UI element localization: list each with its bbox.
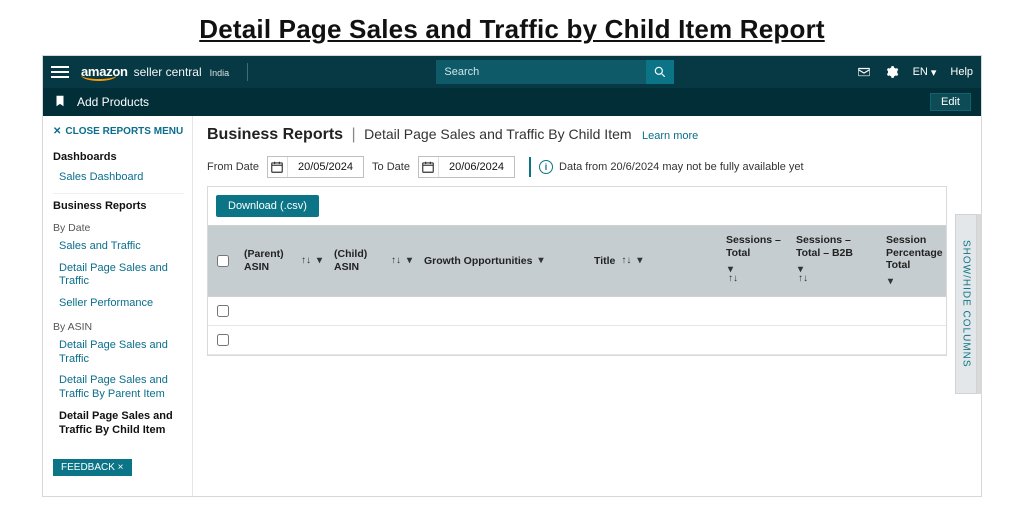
to-date-input[interactable]: 20/06/2024 [418,156,515,178]
cell-parent-asin [238,332,328,348]
app-window: amazon seller central India EN▾ Help [42,55,982,497]
date-filters: From Date 20/05/2024 To Date 20/06/2024 [207,152,981,186]
cell-growth [418,332,588,348]
topbar-actions: EN▾ Help [857,65,973,79]
subbar: Add Products Edit [43,88,981,116]
sort-icon: ↑↓ [301,258,311,264]
brand-region: India [210,68,230,78]
learn-more-link[interactable]: Learn more [642,130,698,142]
sidebar-head-dashboards: Dashboards [53,145,184,167]
sidebar-item-sales-and-traffic[interactable]: Sales and Traffic [53,236,184,258]
heading-page: Detail Page Sales and Traffic By Child I… [364,126,631,142]
edit-button[interactable]: Edit [930,93,971,111]
row-checkbox[interactable] [217,334,229,346]
search [436,60,674,84]
chevron-down-icon: ▾ [317,255,322,267]
sidebar-item-detail-sales-traffic-asin[interactable]: Detail Page Sales and Traffic [53,335,184,371]
from-date-label: From Date [207,161,259,173]
messages-icon[interactable] [857,65,871,79]
sort-icon: ↑↓ [621,258,631,264]
info-text: Data from 20/6/2024 may not be fully ava… [559,161,804,173]
cell-session-pct [880,303,946,319]
chevron-down-icon: ▾ [931,66,937,79]
slide-title: Detail Page Sales and Traffic by Child I… [0,0,1024,55]
sidebar-label-by-date: By Date [53,216,184,236]
sort-icon: ↑↓ [728,276,738,282]
sidebar-item-detail-sales-traffic-date[interactable]: Detail Page Sales and Traffic [53,258,184,294]
col-child-asin[interactable]: (Child) ASIN↑↓▾ [328,226,418,296]
download-csv-button[interactable]: Download (.csv) [216,195,319,217]
cell-sessions-total-b2b [790,332,880,348]
main-content: Business Reports | Detail Page Sales and… [193,116,981,496]
cell-child-asin [328,303,418,319]
col-session-percentage[interactable]: Session Percentage Total▾ [880,226,946,296]
sidebar-item-by-parent-item[interactable]: Detail Page Sales and Traffic By Parent … [53,370,184,406]
heading-section: Business Reports [207,126,343,143]
chevron-down-icon: ▾ [539,255,544,267]
close-reports-menu[interactable]: ✕ CLOSE REPORTS MENU [53,124,184,143]
from-date-input[interactable]: 20/05/2024 [267,156,364,178]
cell-growth [418,303,588,319]
table-row [208,297,946,326]
info-icon: i [539,160,553,174]
sidebar-head-business-reports: Business Reports [53,193,184,216]
data-freshness-info: i Data from 20/6/2024 may not be fully a… [539,160,804,174]
sidebar-label-by-asin: By ASIN [53,315,184,335]
col-sessions-total-b2b[interactable]: Sessions – Total – B2B▾↑↓ [790,226,880,296]
sort-icon: ↑↓ [798,276,808,282]
sidebar: ✕ CLOSE REPORTS MENU Dashboards Sales Da… [43,116,193,496]
col-parent-asin[interactable]: (Parent) ASIN↑↓▾ [238,226,328,296]
col-title[interactable]: Title↑↓▾ [588,226,720,296]
row-checkbox[interactable] [217,305,229,317]
divider [529,157,531,177]
table-row [208,326,946,355]
sort-icon: ↑↓ [391,258,401,264]
col-growth-opportunities[interactable]: Growth Opportunities▾ [418,226,588,296]
close-icon: ✕ [53,126,61,137]
to-date-value: 20/06/2024 [439,158,514,176]
help-link[interactable]: Help [950,66,973,78]
brand: amazon seller central India [81,64,229,81]
language-switch[interactable]: EN▾ [913,66,937,79]
chevron-down-icon: ▾ [407,255,412,267]
col-sessions-total[interactable]: Sessions – Total▾↑↓ [720,226,790,296]
cell-sessions-total-b2b [790,303,880,319]
brand-amazon: amazon [81,64,128,79]
from-date-value: 20/05/2024 [288,158,363,176]
chevron-down-icon: ▾ [637,255,642,267]
cell-sessions-total [720,303,790,319]
menu-icon[interactable] [51,66,69,78]
to-date-label: To Date [372,161,410,173]
settings-icon[interactable] [885,65,899,79]
show-hide-columns-toggle[interactable]: SHOW/HIDE COLUMNS [955,214,977,394]
chevron-down-icon: ▾ [888,276,893,288]
calendar-icon [419,157,439,177]
bookmark-icon[interactable] [53,94,67,111]
table-header: (Parent) ASIN↑↓▾ (Child) ASIN↑↓▾ Growth … [208,225,946,297]
cell-session-pct [880,332,946,348]
cell-title [588,332,720,348]
cell-sessions-total [720,332,790,348]
sidebar-item-by-child-item[interactable]: Detail Page Sales and Traffic By Child I… [53,406,184,442]
search-button[interactable] [646,60,674,84]
cell-child-asin [328,332,418,348]
topbar: amazon seller central India EN▾ Help [43,56,981,88]
sidebar-item-sales-dashboard[interactable]: Sales Dashboard [53,167,184,189]
report-card: Download (.csv) (Parent) ASIN↑↓▾ (Child)… [207,186,947,356]
search-input[interactable] [436,60,646,84]
cell-parent-asin [238,303,328,319]
select-all-checkbox[interactable] [217,255,229,267]
page-heading: Business Reports | Detail Page Sales and… [207,126,981,152]
subbar-add-products[interactable]: Add Products [77,95,149,109]
cell-title [588,303,720,319]
calendar-icon [268,157,288,177]
vertical-scrollbar[interactable] [977,214,981,394]
brand-seller-central: seller central [134,65,202,79]
feedback-button[interactable]: FEEDBACK × [53,459,132,476]
divider [247,63,248,81]
search-icon [653,65,667,79]
sidebar-item-seller-performance[interactable]: Seller Performance [53,293,184,315]
